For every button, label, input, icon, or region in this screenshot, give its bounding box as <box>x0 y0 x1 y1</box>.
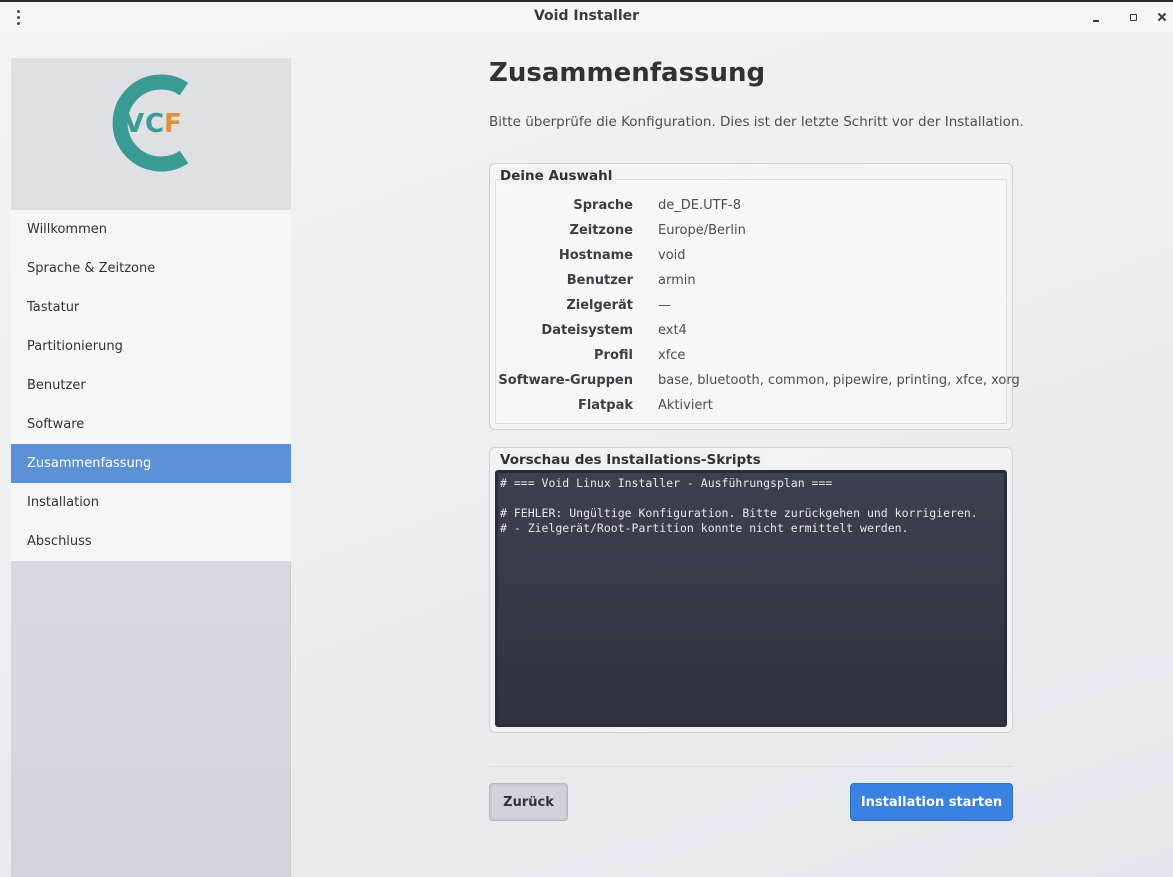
sidebar-item-software[interactable]: Software <box>11 405 291 444</box>
summary-row: Software-Gruppen base, bluetooth, common,… <box>496 373 1019 393</box>
summary-row: Profil xfce <box>496 348 1006 368</box>
summary-value: ext4 <box>658 323 687 338</box>
summary-row: Sprache de_DE.UTF-8 <box>496 198 1006 218</box>
summary-key: Zielgerät <box>566 298 633 313</box>
preview-frame-label: Vorschau des Installations-Skripts <box>500 452 765 468</box>
sidebar-item-abschluss[interactable]: Abschluss <box>11 522 291 561</box>
maximize-button[interactable] <box>1124 8 1142 26</box>
sidebar-nav: Willkommen Sprache & Zeitzone Tastatur Part… <box>11 210 291 561</box>
minimize-icon <box>1093 20 1099 22</box>
sidebar-item-zusammenfassung[interactable]: Zusammenfassung <box>11 444 291 483</box>
start-installation-button[interactable]: Installation starten <box>850 783 1013 821</box>
summary-key: Sprache <box>573 198 633 213</box>
sidebar-item-willkommen[interactable]: Willkommen <box>11 210 291 249</box>
close-icon <box>1158 13 1166 21</box>
summary-value: de_DE.UTF-8 <box>658 198 742 213</box>
page-title: Zusammenfassung <box>489 58 766 88</box>
back-button[interactable]: Zurück <box>489 783 568 821</box>
summary-value: base, bluetooth, common, pipewire, print… <box>658 373 1020 388</box>
sidebar-item-sprache-zeitzone[interactable]: Sprache & Zeitzone <box>11 249 291 288</box>
summary-value: armin <box>658 273 696 288</box>
summary-value: xfce <box>658 348 686 363</box>
vcf-logo: V C F <box>112 74 189 172</box>
selection-frame: Sprache de_DE.UTF-8 Zeitzone Europe/Berlin H… <box>489 163 1020 430</box>
svg-text:C: C <box>145 109 164 139</box>
summary-key: Benutzer <box>566 273 633 288</box>
sidebar-item-partitionierung[interactable]: Partitionierung <box>11 327 291 366</box>
title-bar: Void Installer <box>0 2 1173 32</box>
sidebar: V C F Willkommen Sprache & Zeitzone Tastat… <box>11 58 291 877</box>
summary-key: Profil <box>594 348 633 363</box>
summary-key: Zeitzone <box>569 223 633 238</box>
svg-text:V: V <box>124 109 144 139</box>
window-title: Void Installer <box>533 8 640 24</box>
sidebar-item-benutzer[interactable]: Benutzer <box>11 366 291 405</box>
svg-text:F: F <box>164 109 182 139</box>
summary-key: Dateisystem <box>541 323 633 338</box>
preview-frame: # === Void Linux Installer - Ausführungs… <box>489 447 1013 733</box>
summary-key: Hostname <box>558 248 633 263</box>
summary-row: Benutzer armin <box>496 273 1006 293</box>
sidebar-item-installation[interactable]: Installation <box>11 483 291 522</box>
button-divider <box>489 766 1013 767</box>
summary-key: Software-Gruppen <box>498 373 633 388</box>
summary-key: Flatpak <box>577 398 633 413</box>
summary-value: Europe/Berlin <box>658 223 746 238</box>
selection-frame-label: Deine Auswahl <box>500 168 617 184</box>
summary-value: void <box>658 248 686 263</box>
logo-area: V C F <box>11 58 291 210</box>
script-preview-textview[interactable]: # === Void Linux Installer - Ausführungs… <box>495 470 1007 727</box>
page-subtitle: Bitte überprüfe die Konfiguration. Dies … <box>489 114 1024 130</box>
summary-row: Zeitzone Europe/Berlin <box>496 223 1006 243</box>
summary-row: Flatpak Aktiviert <box>496 398 1006 418</box>
summary-row: Dateisystem ext4 <box>496 323 1006 343</box>
installer-window: Void Installer V C F Willkommen Sprache &… <box>0 0 1173 877</box>
selection-list: Sprache de_DE.UTF-8 Zeitzone Europe/Berlin H… <box>495 179 1020 424</box>
summary-row: Zielgerät — <box>496 298 1006 318</box>
summary-value: Aktiviert <box>658 398 713 413</box>
maximize-icon <box>1129 13 1137 21</box>
close-button[interactable] <box>1153 8 1171 26</box>
minimize-button[interactable] <box>1087 8 1105 26</box>
sidebar-item-tastatur[interactable]: Tastatur <box>11 288 291 327</box>
summary-value: — <box>658 298 671 313</box>
summary-row: Hostname void <box>496 248 1006 268</box>
